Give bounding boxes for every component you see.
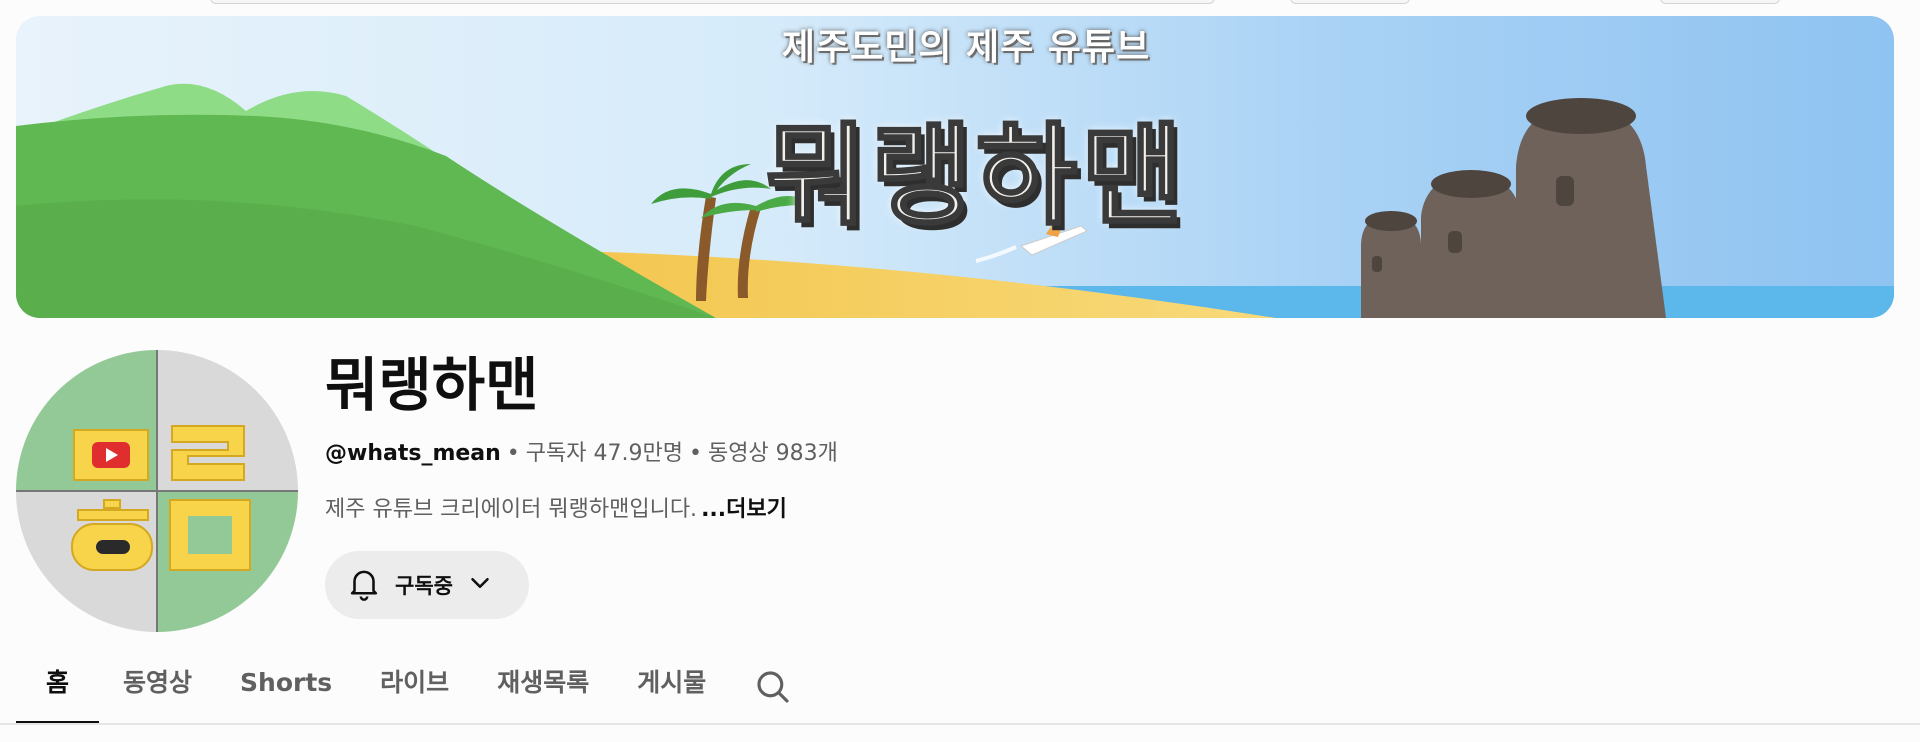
channel-banner: 제주도민의 제주 유튜브 뭐랭하맨 bbox=[16, 16, 1894, 318]
video-count: 동영상 983개 bbox=[707, 441, 838, 466]
tab-live[interactable]: 라이브 bbox=[356, 650, 473, 724]
meta-separator: • bbox=[688, 441, 702, 466]
channel-avatar[interactable] bbox=[16, 350, 298, 632]
description-text: 제주 유튜브 크리에이터 뭐랭하맨입니다. bbox=[325, 497, 698, 522]
channel-name: 뭐랭하맨 bbox=[325, 351, 539, 419]
channel-meta: @whats_mean • 구독자 47.9만명 • 동영상 983개 bbox=[325, 438, 838, 470]
subscribed-button[interactable]: 구독중 bbox=[325, 551, 529, 619]
meta-separator: • bbox=[506, 441, 520, 466]
chevron-down-icon bbox=[465, 568, 495, 602]
banner-title: 뭐랭하맨 bbox=[764, 111, 1187, 242]
search-icon[interactable] bbox=[730, 650, 816, 724]
channel-tabs: 홈 동영상 Shorts 라이브 재생목록 게시물 bbox=[16, 650, 816, 724]
tabs-divider bbox=[0, 723, 1920, 725]
banner-subtitle: 제주도민의 제주 유튜브 bbox=[781, 27, 1151, 68]
channel-handle[interactable]: @whats_mean bbox=[325, 441, 501, 466]
subscribed-label: 구독중 bbox=[395, 574, 453, 598]
top-toolbar-edge bbox=[0, 0, 1920, 10]
tab-videos[interactable]: 동영상 bbox=[99, 650, 216, 724]
channel-description: 제주 유튜브 크리에이터 뭐랭하맨입니다. ...더보기 bbox=[325, 494, 787, 526]
subscriber-count: 구독자 47.9만명 bbox=[525, 441, 683, 466]
tab-posts[interactable]: 게시물 bbox=[613, 650, 730, 724]
tab-home[interactable]: 홈 bbox=[16, 650, 100, 724]
tab-playlists[interactable]: 재생목록 bbox=[473, 650, 613, 724]
more-link[interactable]: ...더보기 bbox=[701, 497, 787, 522]
bell-icon bbox=[345, 564, 383, 606]
tab-shorts[interactable]: Shorts bbox=[216, 650, 356, 724]
